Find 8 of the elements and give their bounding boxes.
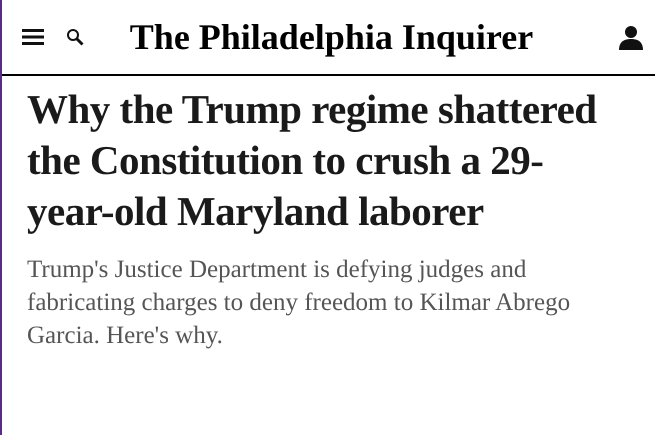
menu-icon [22,29,44,45]
site-logo[interactable]: The Philadelphia Inquirer [130,19,534,55]
account-button[interactable] [617,23,645,51]
search-button[interactable] [64,26,86,48]
user-icon [618,24,644,50]
headline: Why the Trump regime shattered the Constitution to crush a 29-year-old Maryland laborer [26,85,598,236]
article-summary: Trump's Justice Department is defying judges and fabricating charges to deny freedom to Kilmar Abrego Garcia. Here's why. [26,255,572,351]
search-icon [66,28,84,46]
